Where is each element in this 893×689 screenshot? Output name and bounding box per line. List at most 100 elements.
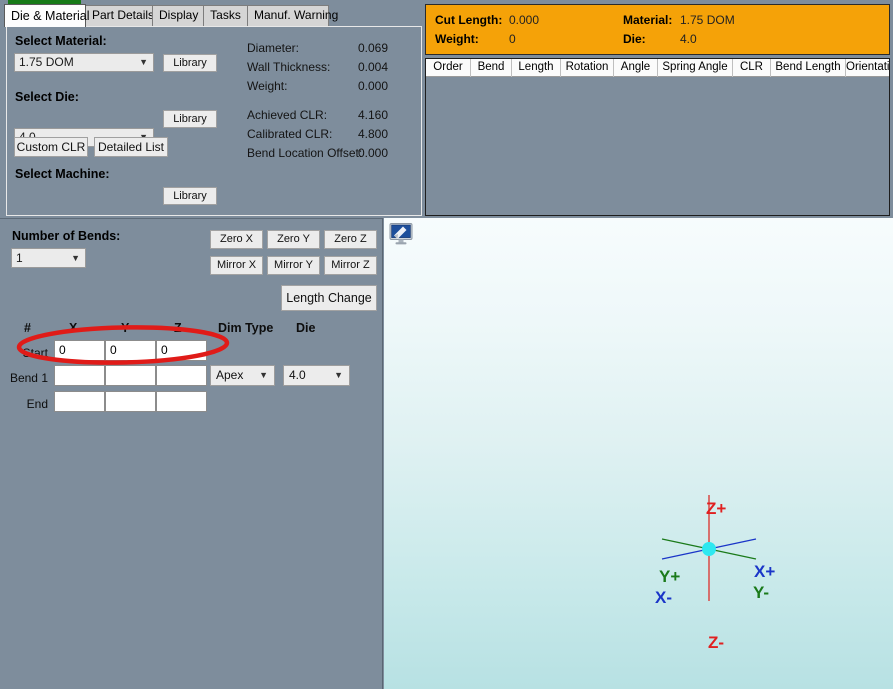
die-label: Die: — [623, 32, 646, 46]
axis-label-x-plus: X+ — [754, 562, 775, 582]
number-of-bends-value: 1 — [16, 251, 23, 265]
column-header-bend[interactable]: Bend — [471, 59, 512, 77]
button-label: Zero Z — [334, 233, 366, 245]
select-material-label: Select Material: — [15, 34, 107, 48]
axis-label-y-plus: Y+ — [659, 567, 680, 587]
weight-value: 0.000 — [358, 79, 388, 93]
button-label: Zero X — [220, 233, 253, 245]
custom-clr-button[interactable]: Custom CLR — [14, 137, 88, 157]
chevron-down-icon: ▼ — [259, 366, 268, 386]
tab-die-and-material[interactable]: Die & Material — [4, 4, 86, 27]
part-summary-bar: Cut Length: 0.000 Weight: 0 Material: 1.… — [425, 4, 890, 55]
number-of-bends-label: Number of Bends: — [12, 229, 120, 243]
column-header-clr[interactable]: CLR — [733, 59, 771, 77]
bend-1-die-select[interactable]: 4.0 ▼ — [283, 365, 350, 386]
axis-label-z-plus: Z+ — [706, 499, 726, 519]
zero-z-button[interactable]: Zero Z — [324, 230, 377, 249]
tab-display[interactable]: Display — [152, 5, 204, 26]
material-label: Material: — [623, 13, 672, 27]
bend-1-z-input[interactable] — [156, 365, 207, 386]
row-label-start: Start — [6, 346, 48, 360]
achieved-clr-value: 4.160 — [358, 108, 388, 122]
column-header-orientation[interactable]: Orientation — [846, 59, 889, 77]
start-x-input[interactable]: 0 — [54, 340, 105, 361]
row-label-bend-1: Bend 1 — [0, 371, 48, 385]
button-label: Mirror X — [217, 259, 256, 271]
material-value: 1.75 DOM — [680, 13, 735, 27]
bend-1-dim-type-value: Apex — [216, 368, 243, 382]
end-z-input[interactable] — [156, 391, 207, 412]
material-select-value: 1.75 DOM — [19, 55, 74, 69]
bend-entry-panel: Number of Bends: 1 ▼ Zero X Zero Y Zero … — [0, 218, 383, 689]
wall-thickness-value: 0.004 — [358, 60, 388, 74]
tab-manuf-warning[interactable]: Manuf. Warning — [247, 5, 329, 26]
weight-value: 0 — [509, 32, 516, 46]
diameter-label: Diameter: — [247, 41, 299, 55]
calibrated-clr-label: Calibrated CLR: — [247, 127, 332, 141]
column-header-spring-angle[interactable]: Spring Angle — [658, 59, 733, 77]
weight-label: Weight: — [247, 79, 287, 93]
button-label: Mirror Z — [331, 259, 370, 271]
button-label: Mirror Y — [274, 259, 313, 271]
bend-1-y-input[interactable] — [105, 365, 156, 386]
display-monitor-icon[interactable] — [389, 222, 413, 246]
die-value: 4.0 — [680, 32, 697, 46]
tab-bar: Die & Material Part Details Display Task… — [0, 5, 422, 26]
button-label: Detailed List — [98, 140, 164, 154]
axis-label-z-minus: Z- — [708, 633, 724, 653]
bend-table-header-row: Order Bend Length Rotation Angle Spring … — [426, 59, 889, 77]
mirror-z-button[interactable]: Mirror Z — [324, 256, 377, 275]
machine-library-button[interactable]: Library — [163, 187, 217, 205]
button-label: Library — [173, 190, 207, 202]
bend-1-die-value: 4.0 — [289, 368, 306, 382]
button-label: Zero Y — [277, 233, 310, 245]
die-library-button[interactable]: Library — [163, 110, 217, 128]
calibrated-clr-value: 4.800 — [358, 127, 388, 141]
length-change-button[interactable]: Length Change — [281, 285, 377, 311]
material-library-button[interactable]: Library — [163, 54, 217, 72]
axis-label-x-minus: X- — [655, 588, 672, 608]
bend-table-body[interactable] — [426, 77, 889, 215]
column-header-angle[interactable]: Angle — [614, 59, 658, 77]
weight-label: Weight: — [435, 32, 479, 46]
tab-label: Manuf. Warning — [254, 8, 338, 22]
end-y-input[interactable] — [105, 391, 156, 412]
tab-label: Part Details — [92, 8, 154, 22]
column-header-order[interactable]: Order — [426, 59, 471, 77]
grid-header-z: Z — [174, 321, 182, 335]
tab-part-details[interactable]: Part Details — [85, 5, 153, 26]
wall-thickness-label: Wall Thickness: — [247, 60, 330, 74]
bend-1-dim-type-select[interactable]: Apex ▼ — [210, 365, 275, 386]
model-viewport[interactable]: Z+ Y+ X- X+ Y- Z- — [384, 218, 893, 689]
cut-length-label: Cut Length: — [435, 13, 502, 27]
column-header-rotation[interactable]: Rotation — [561, 59, 614, 77]
button-label: Length Change — [286, 291, 372, 305]
tab-tasks[interactable]: Tasks — [203, 5, 248, 26]
number-of-bends-select[interactable]: 1 ▼ — [11, 248, 86, 268]
zero-y-button[interactable]: Zero Y — [267, 230, 320, 249]
material-select[interactable]: 1.75 DOM ▼ — [14, 53, 154, 72]
grid-header-die: Die — [296, 321, 315, 335]
tab-label: Display — [159, 8, 198, 22]
mirror-y-button[interactable]: Mirror Y — [267, 256, 320, 275]
end-x-input[interactable] — [54, 391, 105, 412]
column-header-length[interactable]: Length — [512, 59, 561, 77]
chevron-down-icon: ▼ — [139, 54, 148, 72]
tab-label: Die & Material — [11, 9, 90, 23]
grid-header-dim-type: Dim Type — [218, 321, 273, 335]
start-z-input[interactable]: 0 — [156, 340, 207, 361]
column-header-bend-length[interactable]: Bend Length — [771, 59, 846, 77]
origin-marker — [702, 542, 716, 556]
mirror-x-button[interactable]: Mirror X — [210, 256, 263, 275]
die-and-material-panel: Select Material: 1.75 DOM ▼ Library Sele… — [6, 26, 422, 216]
tab-label: Tasks — [210, 8, 241, 22]
detailed-list-button[interactable]: Detailed List — [94, 137, 168, 157]
bend-1-x-input[interactable] — [54, 365, 105, 386]
bend-location-offset-value: 0.000 — [358, 146, 388, 160]
select-machine-label: Select Machine: — [15, 167, 109, 181]
zero-x-button[interactable]: Zero X — [210, 230, 263, 249]
start-y-input[interactable]: 0 — [105, 340, 156, 361]
grid-header-number: # — [24, 321, 31, 335]
button-label: Library — [173, 57, 207, 69]
bend-table: Order Bend Length Rotation Angle Spring … — [425, 58, 890, 216]
